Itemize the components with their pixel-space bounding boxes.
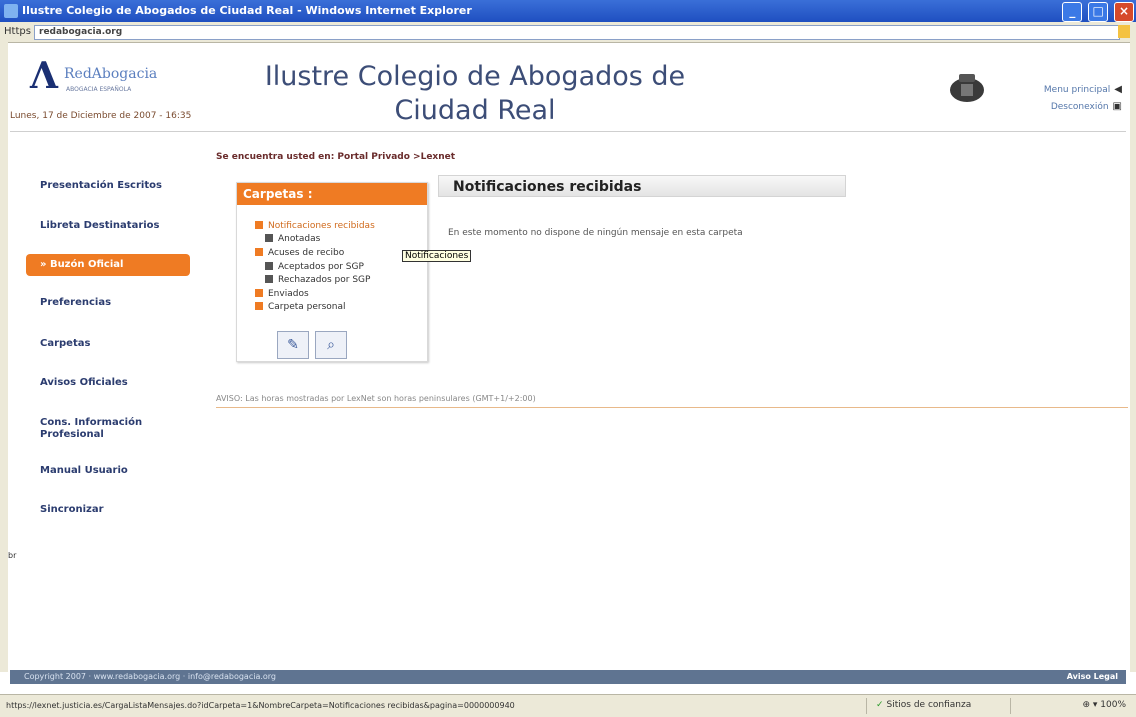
sidebar-item-avisos-oficiales[interactable]: Avisos Oficiales bbox=[26, 372, 190, 394]
empty-message: En este momento no dispone de ningún men… bbox=[448, 228, 743, 238]
folder-rechazados-sgp[interactable]: Rechazados por SGP bbox=[265, 275, 370, 285]
window-right-border bbox=[1130, 42, 1136, 672]
sidebar-item-manual-usuario[interactable]: Manual Usuario bbox=[26, 460, 190, 482]
header-date: Lunes, 17 de Diciembre de 2007 - 16:35 bbox=[10, 111, 192, 121]
logo-subtitle: ABOGACIA ESPAÑOLA bbox=[66, 86, 132, 93]
window-left-border bbox=[0, 42, 8, 672]
folder-notificaciones-recibidas[interactable]: Notificaciones recibidas bbox=[255, 221, 375, 231]
address-input[interactable]: redabogacia.org bbox=[34, 25, 1120, 40]
window-titlebar: Ilustre Colegio de Abogados de Ciudad Re… bbox=[0, 0, 1136, 22]
folder-icon bbox=[255, 302, 263, 310]
address-bar: Https redabogacia.org bbox=[0, 22, 1136, 43]
lock-icon[interactable] bbox=[1118, 25, 1130, 38]
breadcrumb: Se encuentra usted en: Portal Privado >L… bbox=[216, 152, 456, 162]
timezone-note: AVISO: Las horas mostradas por LexNet so… bbox=[216, 394, 536, 403]
logo-icon[interactable]: Λ bbox=[30, 56, 58, 96]
folder-label: Anotadas bbox=[278, 234, 321, 244]
folder-aceptados-sgp[interactable]: Aceptados por SGP bbox=[265, 262, 364, 272]
content-divider bbox=[216, 407, 1128, 408]
check-icon: ✓ bbox=[876, 700, 884, 710]
edit-icon: ✎ bbox=[287, 337, 299, 353]
search-icon: ⌕ bbox=[327, 337, 335, 353]
status-bar: https://lexnet.justicia.es/CargaListaMen… bbox=[0, 694, 1136, 717]
main-menu-link[interactable]: Menu principal ◀ bbox=[1044, 84, 1122, 95]
zoom-level: 100% bbox=[1100, 700, 1126, 710]
coat-of-arms-icon bbox=[950, 74, 984, 102]
folder-icon bbox=[265, 275, 273, 283]
folders-title: Carpetas : bbox=[237, 183, 427, 205]
sidebar-item-sincronizar[interactable]: Sincronizar bbox=[26, 499, 190, 521]
panel-title: Notificaciones recibidas bbox=[438, 175, 846, 197]
ie-icon bbox=[4, 4, 18, 18]
folder-label: Notificaciones recibidas bbox=[268, 221, 375, 231]
zoom-icon: ⊕ ▾ bbox=[1082, 700, 1098, 710]
sidebar-item-presentacion-escritos[interactable]: Presentación Escritos bbox=[26, 175, 190, 197]
sidebar-item-buzon-oficial[interactable]: » Buzón Oficial bbox=[26, 254, 190, 276]
side-marker: br bbox=[8, 551, 17, 560]
logout-link[interactable]: Desconexión ▣ bbox=[1051, 101, 1122, 112]
sidebar-item-preferencias[interactable]: Preferencias bbox=[26, 292, 190, 314]
folder-carpeta-personal[interactable]: Carpeta personal bbox=[255, 302, 346, 312]
zoom-control[interactable]: ⊕ ▾ 100% bbox=[1082, 700, 1126, 710]
folder-label: Aceptados por SGP bbox=[278, 262, 364, 272]
folder-label: Carpeta personal bbox=[268, 302, 346, 312]
folder-icon bbox=[255, 221, 263, 229]
footer-bar: Copyright 2007 · www.redabogacia.org · i… bbox=[10, 670, 1126, 684]
legal-notice-link[interactable]: Aviso Legal bbox=[1067, 670, 1118, 684]
copyright-link[interactable]: Copyright 2007 · www.redabogacia.org · i… bbox=[24, 670, 276, 684]
folder-label: Enviados bbox=[268, 289, 309, 299]
security-zone: ✓ Sitios de confianza bbox=[876, 700, 971, 710]
maximize-button[interactable]: □ bbox=[1088, 2, 1109, 22]
folder-acuses-de-recibo[interactable]: Acuses de recibo bbox=[255, 248, 344, 258]
window-title: Ilustre Colegio de Abogados de Ciudad Re… bbox=[22, 4, 472, 17]
status-separator bbox=[866, 698, 867, 714]
folders-panel: Carpetas : Notificaciones recibidas Anot… bbox=[236, 182, 428, 362]
tooltip: Notificaciones bbox=[402, 250, 472, 262]
logo-name[interactable]: RedAbogacia bbox=[64, 66, 157, 82]
arrow-left-icon: ◀ bbox=[1114, 84, 1122, 95]
folder-label: Rechazados por SGP bbox=[278, 275, 371, 285]
folder-icon bbox=[255, 289, 263, 297]
folder-icon bbox=[265, 234, 273, 242]
header-divider bbox=[10, 131, 1126, 132]
main-menu-label: Menu principal bbox=[1043, 85, 1111, 95]
edit-folder-button[interactable]: ✎ bbox=[277, 331, 309, 359]
folder-enviados[interactable]: Enviados bbox=[255, 289, 309, 299]
minimize-button[interactable]: _ bbox=[1062, 2, 1083, 22]
folder-label: Acuses de recibo bbox=[268, 248, 345, 258]
search-folder-button[interactable]: ⌕ bbox=[315, 331, 347, 359]
sidebar-item-carpetas[interactable]: Carpetas bbox=[26, 333, 190, 355]
close-button[interactable]: × bbox=[1114, 2, 1134, 22]
zone-label: Sitios de confianza bbox=[886, 700, 972, 710]
folder-icon bbox=[265, 262, 273, 270]
address-host: redabogacia.org bbox=[39, 27, 123, 37]
sidebar-item-cons-informacion[interactable]: Cons. Información Profesional bbox=[26, 415, 190, 441]
address-label: Https bbox=[4, 26, 31, 37]
page-title: Ilustre Colegio de Abogados de Ciudad Re… bbox=[264, 61, 686, 126]
logout-icon: ▣ bbox=[1112, 101, 1122, 112]
status-url: https://lexnet.justicia.es/CargaListaMen… bbox=[6, 701, 515, 710]
sidebar-item-libreta-destinatarios[interactable]: Libreta Destinatarios bbox=[26, 215, 190, 237]
logout-label: Desconexión bbox=[1050, 102, 1109, 112]
folder-anotadas[interactable]: Anotadas bbox=[265, 234, 320, 244]
folder-icon bbox=[255, 248, 263, 256]
status-separator bbox=[1010, 698, 1011, 714]
